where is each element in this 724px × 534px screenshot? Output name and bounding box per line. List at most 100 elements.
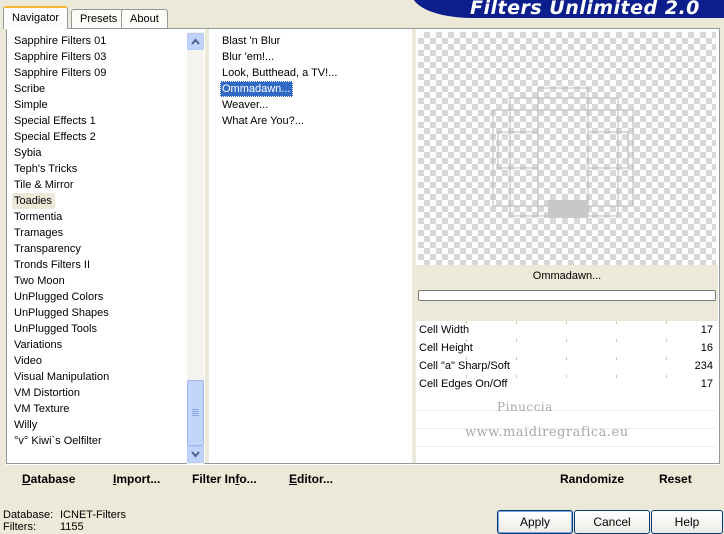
import-button[interactable]: Import... <box>113 472 160 486</box>
category-item-label: Video <box>14 355 42 367</box>
status-database: Database: ICNET-Filters <box>3 509 126 521</box>
parameter-list: Cell Width 17 Cell Height 16 Cell "a" Sharp/… <box>416 321 716 465</box>
category-item[interactable]: Sapphire Filters 03 <box>12 49 186 65</box>
category-item[interactable]: VM Distortion <box>12 385 186 401</box>
filter-item[interactable]: Weaver... <box>220 97 410 113</box>
parameter-label: Cell "a" Sharp/Soft <box>419 360 510 372</box>
category-item[interactable]: Scribe <box>12 81 186 97</box>
category-item[interactable]: Tramages <box>12 225 186 241</box>
category-item-label: Sybia <box>14 147 42 159</box>
parameter-row[interactable]: Cell Width 17 <box>416 321 716 339</box>
database-button[interactable]: Database <box>22 472 75 486</box>
filter-item-label: Ommadawn... <box>220 81 294 97</box>
category-item[interactable]: Sapphire Filters 01 <box>12 33 186 49</box>
scroll-down-button[interactable] <box>187 446 204 463</box>
filter-item-label: Blur 'em!... <box>222 51 275 63</box>
parameter-row[interactable]: Cell Height 16 <box>416 339 716 357</box>
category-item[interactable]: VM Texture <box>12 401 186 417</box>
category-item[interactable]: Transparency <box>12 241 186 257</box>
status-filters: Filters: 1155 <box>3 521 84 533</box>
parameter-row[interactable]: Cell "a" Sharp/Soft 234 <box>416 357 716 375</box>
category-item-label: Special Effects 1 <box>14 115 96 127</box>
category-item[interactable]: UnPlugged Colors <box>12 289 186 305</box>
category-item-label: Sapphire Filters 01 <box>14 35 107 47</box>
scroll-thumb[interactable] <box>187 380 204 446</box>
category-item[interactable]: Variations <box>12 337 186 353</box>
filter-item[interactable]: Ommadawn... <box>220 81 410 97</box>
cancel-button[interactable]: Cancel <box>574 510 650 534</box>
category-item[interactable]: Special Effects 2 <box>12 129 186 145</box>
category-item-label: Variations <box>14 339 63 351</box>
category-item[interactable]: Sybia <box>12 145 186 161</box>
category-item[interactable]: Simple <box>12 97 186 113</box>
category-item[interactable]: UnPlugged Shapes <box>12 305 186 321</box>
parameter-value: 17 <box>700 324 713 336</box>
status-filters-label: Filters: <box>3 521 36 533</box>
filter-list[interactable]: Blast 'n Blur Blur 'em!... Look, Butthead,… <box>220 33 410 461</box>
category-item-label: Simple <box>14 99 48 111</box>
category-item-label: UnPlugged Tools <box>14 323 97 335</box>
category-item[interactable]: Special Effects 1 <box>12 113 186 129</box>
slider-tick <box>516 357 517 360</box>
category-item[interactable]: Tile & Mirror <box>12 177 186 193</box>
help-button[interactable]: Help <box>651 510 723 534</box>
category-item-label: UnPlugged Colors <box>14 291 104 303</box>
category-list[interactable]: Sapphire Filters 01 Sapphire Filters 03 Sa… <box>12 33 186 461</box>
slider-tick <box>566 375 567 378</box>
slider-tick <box>566 339 567 342</box>
filter-item-label: Weaver... <box>222 99 269 111</box>
watermark-name: Pinuccia <box>497 400 553 414</box>
filter-item[interactable]: Blast 'n Blur <box>220 33 410 49</box>
scroll-up-button[interactable] <box>187 33 204 50</box>
category-item-label: VM Distortion <box>14 387 81 399</box>
editor-button[interactable]: Editor... <box>289 472 333 486</box>
category-item[interactable]: Tormentia <box>12 209 186 225</box>
category-item-label: VM Texture <box>14 403 70 415</box>
filter-item[interactable]: Look, Butthead, a TV!... <box>220 65 410 81</box>
category-item[interactable]: Sapphire Filters 09 <box>12 65 186 81</box>
tab-presets[interactable]: Presets <box>71 9 127 28</box>
category-item[interactable]: Two Moon <box>12 273 186 289</box>
category-item[interactable]: Willy <box>12 417 186 433</box>
filter-item-label: What Are You?... <box>222 115 304 127</box>
filter-item[interactable]: Blur 'em!... <box>220 49 410 65</box>
category-item-label: °v° Kiwi`s Oelfilter <box>14 435 102 447</box>
category-item[interactable]: Video <box>12 353 186 369</box>
filter-info-button[interactable]: Filter Info... <box>192 472 257 486</box>
tab-about[interactable]: About <box>121 9 168 28</box>
category-item-label: Toadies <box>12 193 55 209</box>
category-scrollbar[interactable] <box>187 32 204 464</box>
reset-button[interactable]: Reset <box>659 472 692 486</box>
slider-tick <box>666 375 667 378</box>
apply-button[interactable]: Apply <box>497 510 573 534</box>
randomize-button[interactable]: Randomize <box>560 472 624 486</box>
preview-filter-name: Ommadawn... <box>532 270 602 282</box>
category-item[interactable]: Visual Manipulation <box>12 369 186 385</box>
parameter-label: Cell Height <box>419 342 473 354</box>
tab-navigator[interactable]: Navigator <box>3 6 69 29</box>
category-item[interactable]: Tronds Filters II <box>12 257 186 273</box>
status-database-label: Database: <box>3 509 54 521</box>
category-item[interactable]: Teph's Tricks <box>12 161 186 177</box>
category-item-label: Sapphire Filters 03 <box>14 51 107 63</box>
filter-item[interactable]: What Are You?... <box>220 113 410 129</box>
slider-tick <box>616 357 617 360</box>
brand-title: Filters Unlimited 2.0 <box>470 0 700 19</box>
status-database-value: ICNET-Filters <box>60 509 126 521</box>
category-item-label: Two Moon <box>14 275 65 287</box>
category-item-label: Willy <box>14 419 38 431</box>
parameter-row[interactable]: Cell Edges On/Off 17 <box>416 375 716 393</box>
category-item[interactable]: Toadies <box>12 193 186 209</box>
parameter-row-empty <box>416 393 716 411</box>
category-item-label: Transparency <box>14 243 81 255</box>
parameter-value: 16 <box>700 342 713 354</box>
filter-item-label: Look, Butthead, a TV!... <box>222 67 338 79</box>
slider-tick <box>666 357 667 360</box>
slider-tick <box>616 321 617 324</box>
slider-tick <box>616 375 617 378</box>
category-item[interactable]: UnPlugged Tools <box>12 321 186 337</box>
parameter-row-empty <box>416 447 716 465</box>
slider-tick <box>666 339 667 342</box>
category-item-label: Visual Manipulation <box>14 371 110 383</box>
category-item[interactable]: °v° Kiwi`s Oelfilter <box>12 433 186 449</box>
